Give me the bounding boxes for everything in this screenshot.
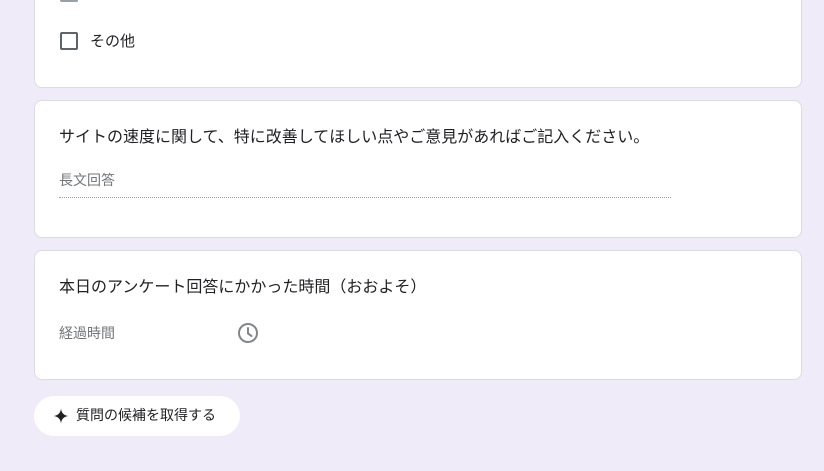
question-title: 本日のアンケート回答にかかった時間（おおよそ） <box>59 277 427 296</box>
get-question-suggestions-button[interactable]: 質問の候補を取得する <box>34 396 240 436</box>
duration-input[interactable]: 経過時間 <box>59 321 259 347</box>
previous-option-checkbox[interactable] <box>60 0 78 2</box>
other-option-label[interactable]: その他 <box>90 31 135 51</box>
suggest-button-label: 質問の候補を取得する <box>76 408 216 424</box>
question-title: サイトの速度に関して、特に改善してほしい点やご意見があればご記入ください。 <box>59 127 650 146</box>
duration-question-card: 本日のアンケート回答にかかった時間（おおよそ） 経過時間 <box>34 250 802 380</box>
clock-icon[interactable] <box>236 321 260 345</box>
sparkle-icon <box>53 408 69 424</box>
other-option-checkbox[interactable] <box>60 32 78 50</box>
multiple-choice-question-card: その他 <box>34 0 802 88</box>
long-answer-input[interactable]: 長文回答 <box>59 171 671 198</box>
duration-placeholder: 経過時間 <box>59 326 115 342</box>
long-answer-placeholder: 長文回答 <box>59 173 115 189</box>
speed-feedback-question-card: サイトの速度に関して、特に改善してほしい点やご意見があればご記入ください。 長文… <box>34 100 802 238</box>
